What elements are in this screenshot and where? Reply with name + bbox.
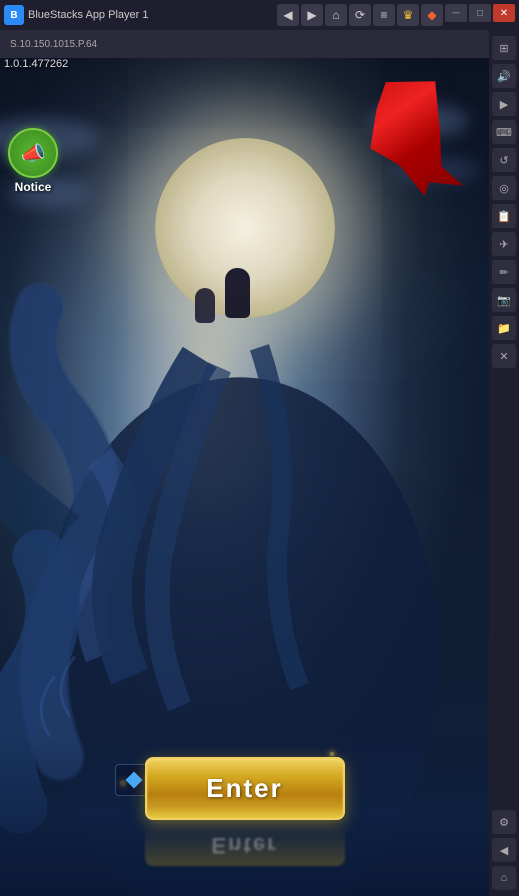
notice-circle: 📣 — [8, 128, 58, 178]
sidebar-multiinstance-btn[interactable]: ⊞ — [492, 36, 516, 60]
title-bar: B BlueStacks App Player 1 ◀ ▶ ⌂ ⟳ ≡ ♛ ◆ … — [0, 0, 519, 30]
notice-icon: 📣 — [21, 141, 46, 166]
version-label: S.10.150.1015.P.64 — [6, 39, 513, 50]
notice-badge[interactable]: 📣 Notice — [8, 128, 58, 194]
enter-button-container: Enter Enter — [145, 757, 345, 866]
refresh-btn[interactable]: ⟳ — [349, 4, 371, 26]
nav-bar: S.10.150.1015.P.64 — [0, 30, 519, 58]
home-nav-btn[interactable]: ⌂ — [325, 4, 347, 26]
notice-label: Notice — [15, 180, 52, 194]
sidebar-photo-btn[interactable]: 📷 — [492, 288, 516, 312]
right-sidebar: ⊞ 🔊 ▶ ⌨ ↺ ◎ 📋 ✈ ✏ 📷 📁 ✕ ⚙ ◀ ⌂ — [489, 30, 519, 896]
sparkle-3 — [330, 752, 334, 756]
close-btn[interactable]: ✕ — [493, 4, 515, 22]
sidebar-airplane-btn[interactable]: ✈ — [492, 232, 516, 256]
version-info: 1.0.1.477262 — [4, 58, 68, 70]
extra-btn[interactable]: ◆ — [421, 4, 443, 26]
sidebar-folder-btn[interactable]: 📁 — [492, 316, 516, 340]
sidebar-keyboard-btn[interactable]: ⌨ — [492, 120, 516, 144]
sidebar-edit-btn[interactable]: ✏ — [492, 260, 516, 284]
minimize-btn[interactable]: ─ — [445, 4, 467, 22]
app-title: BlueStacks App Player 1 — [28, 9, 277, 21]
sidebar-camera-rotate-btn[interactable]: ◎ — [492, 176, 516, 200]
sidebar-rotate-btn[interactable]: ↺ — [492, 148, 516, 172]
game-area: 📣 Notice New S153 Select Server Enter En… — [0, 58, 489, 896]
sidebar-close-btn[interactable]: ✕ — [492, 344, 516, 368]
forward-btn[interactable]: ▶ — [301, 4, 323, 26]
menu-btn[interactable]: ≡ — [373, 4, 395, 26]
sidebar-settings-btn[interactable]: ⚙ — [492, 810, 516, 834]
app-icon: B — [4, 5, 24, 25]
window-controls: ◀ ▶ ⌂ ⟳ ≡ ♛ ◆ ─ □ ✕ — [277, 4, 515, 26]
figure-tall — [225, 268, 250, 318]
back-btn[interactable]: ◀ — [277, 4, 299, 26]
figure-small — [195, 288, 215, 323]
diamond-icon — [126, 772, 143, 789]
sidebar-screenshot-btn[interactable]: 📋 — [492, 204, 516, 228]
restore-btn[interactable]: □ — [469, 4, 491, 22]
sidebar-play-btn[interactable]: ▶ — [492, 92, 516, 116]
sidebar-volume-btn[interactable]: 🔊 — [492, 64, 516, 88]
sidebar-back-btn[interactable]: ◀ — [492, 838, 516, 862]
enter-button[interactable]: Enter — [145, 757, 345, 820]
sidebar-home-btn[interactable]: ⌂ — [492, 866, 516, 890]
enter-button-reflection: Enter — [145, 824, 345, 866]
crown-btn[interactable]: ♛ — [397, 4, 419, 26]
